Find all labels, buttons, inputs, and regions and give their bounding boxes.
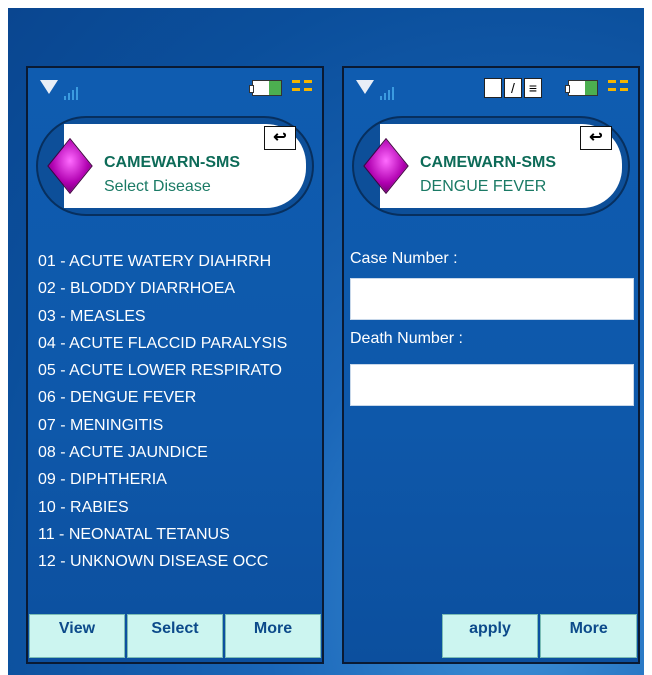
back-arrow-icon[interactable]: ↩ [580,126,612,150]
app-header: ↩ CAMEWARN-SMS DENGUE FEVER [352,116,630,216]
network-icon [292,78,312,96]
more-button[interactable]: More [225,614,321,658]
list-item[interactable]: 03 - MEASLES [38,303,287,330]
death-number-label: Death Number : [350,330,463,347]
softkey-bar: apply More [344,614,638,658]
list-item[interactable]: 11 - NEONATAL TETANUS [38,521,287,548]
more-button[interactable]: More [540,614,638,658]
menu-triangle-icon[interactable] [356,80,374,94]
list-item[interactable]: 09 - DIPHTHERIA [38,466,287,493]
pen-icon[interactable]: / [504,78,522,98]
list-item[interactable]: 07 - MENINGITIS [38,412,287,439]
list-item[interactable]: 12 - UNKNOWN DISEASE OCC [38,548,287,575]
apply-button[interactable]: apply [441,614,539,658]
network-icon [608,78,628,96]
slide-background: ↩ CAMEWARN-SMS Select Disease 01 - ACUTE… [8,8,644,675]
input-mode-icons: / ≡ [482,78,542,98]
phone-screen-disease-select: ↩ CAMEWARN-SMS Select Disease 01 - ACUTE… [26,66,324,664]
status-bar: / ≡ [352,76,630,100]
case-number-field[interactable] [350,278,634,320]
app-header: ↩ CAMEWARN-SMS Select Disease [36,116,314,216]
list-item[interactable]: 06 - DENGUE FEVER [38,384,287,411]
list-item[interactable]: 08 - ACUTE JAUNDICE [38,439,287,466]
screen-subtitle: Select Disease [104,178,211,195]
list-item[interactable]: 02 - BLODDY DIARRHOEA [38,275,287,302]
softkey-empty [345,614,440,658]
signal-icon [64,82,80,100]
signal-icon [380,82,396,100]
app-title: CAMEWARN-SMS [104,154,240,171]
disease-list: 01 - ACUTE WATERY DIAHRRH 02 - BLODDY DI… [38,248,287,576]
phone-screen-data-entry: / ≡ ↩ CAMEWARN-SMS DENGUE FEVER Case Numb… [342,66,640,664]
list-item[interactable]: 04 - ACUTE FLACCID PARALYSIS [38,330,287,357]
menu-triangle-icon[interactable] [40,80,58,94]
list-item[interactable]: 10 - RABIES [38,494,287,521]
case-number-label: Case Number : [350,250,458,267]
keyboard-icon[interactable]: ≡ [524,78,542,98]
battery-icon [565,80,598,96]
list-item[interactable]: 05 - ACUTE LOWER RESPIRATO [38,357,287,384]
screen-subtitle: DENGUE FEVER [420,178,547,195]
death-number-field[interactable] [350,364,634,406]
select-button[interactable]: Select [127,614,223,658]
list-item[interactable]: 01 - ACUTE WATERY DIAHRRH [38,248,287,275]
app-title: CAMEWARN-SMS [420,154,556,171]
softkey-bar: View Select More [28,614,322,658]
status-bar [36,76,314,100]
back-arrow-icon[interactable]: ↩ [264,126,296,150]
view-button[interactable]: View [29,614,125,658]
battery-icon [249,80,282,96]
input-mode-icon[interactable] [484,78,502,98]
